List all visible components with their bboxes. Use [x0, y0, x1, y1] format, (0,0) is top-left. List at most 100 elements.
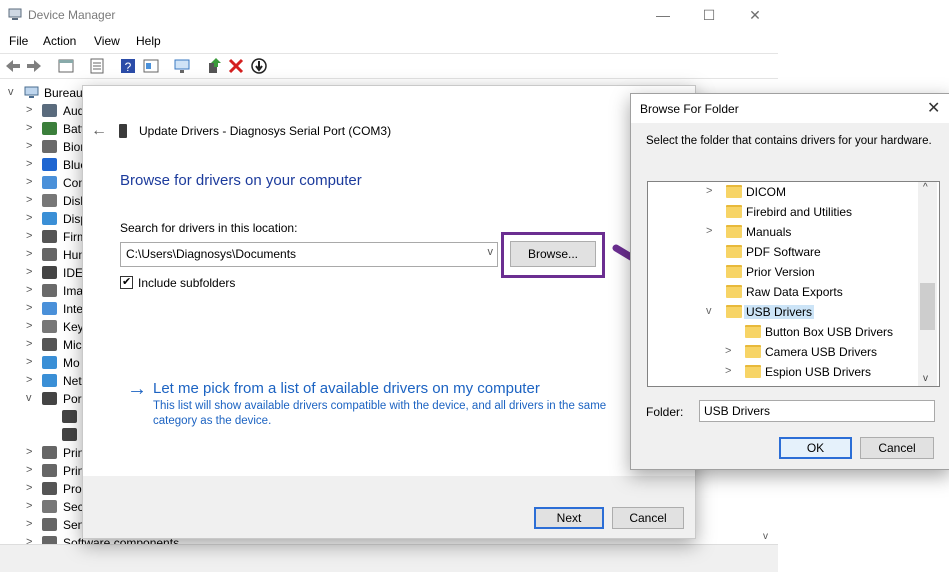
- forward-icon[interactable]: [25, 57, 43, 75]
- chevron-down-icon[interactable]: v: [488, 246, 494, 258]
- chevron-right-icon[interactable]: >: [26, 230, 32, 242]
- dialog-title: Update Drivers - Diagnosys Serial Port (…: [139, 124, 392, 138]
- chevron-right-icon[interactable]: >: [706, 225, 712, 237]
- back-arrow-icon[interactable]: ←: [91, 122, 107, 140]
- chevron-right-icon[interactable]: >: [26, 212, 32, 224]
- folder-item[interactable]: Firebird and Utilities: [648, 202, 918, 222]
- checkmark-icon: ✔: [122, 276, 132, 288]
- disable-device-icon[interactable]: [250, 57, 268, 75]
- pick-driver-link[interactable]: Let me pick from a list of available dri…: [153, 380, 540, 397]
- folder-tree[interactable]: > DICOM Firebird and Utilities > Manuals PDF …: [647, 181, 940, 387]
- folder-item[interactable]: > Espion USB Drivers: [648, 362, 918, 382]
- folder-item[interactable]: Raw Data Exports: [648, 282, 918, 302]
- chevron-right-icon[interactable]: >: [26, 122, 32, 134]
- chevron-right-icon[interactable]: >: [26, 356, 32, 368]
- folder-item[interactable]: Prior Version: [648, 262, 918, 282]
- next-button[interactable]: Next: [534, 507, 604, 529]
- arrow-right-icon[interactable]: →: [127, 378, 147, 401]
- menu-file[interactable]: File: [9, 34, 28, 48]
- device-category-icon: [42, 230, 57, 243]
- chevron-right-icon[interactable]: >: [26, 302, 32, 314]
- device-category-icon: [42, 374, 57, 387]
- folder-item[interactable]: > Manuals: [648, 222, 918, 242]
- help-icon[interactable]: ?: [119, 57, 137, 75]
- folder-label: Folder:: [646, 405, 684, 419]
- chevron-right-icon[interactable]: >: [26, 446, 32, 458]
- chevron-right-icon[interactable]: >: [26, 482, 32, 494]
- device-category-icon: [42, 392, 57, 405]
- update-drivers-dialog: ← Update Drivers - Diagnosys Serial Port…: [82, 85, 696, 539]
- include-subfolders-checkbox[interactable]: ✔: [120, 276, 133, 289]
- scroll-up-icon[interactable]: ^: [923, 182, 928, 193]
- close-icon[interactable]: ✕: [927, 98, 940, 118]
- menu-help[interactable]: Help: [136, 34, 161, 48]
- chevron-right-icon[interactable]: >: [26, 194, 32, 206]
- folder-item-label: USB Drivers: [744, 305, 815, 319]
- device-category-icon: [42, 176, 57, 189]
- folder-icon: [745, 325, 761, 338]
- device-category-icon: [42, 338, 57, 351]
- driver-path-combobox[interactable]: C:\Users\Diagnosys\Documents v: [120, 242, 498, 267]
- serial-port-icon: [119, 124, 127, 138]
- folder-item-label: Manuals: [746, 225, 792, 239]
- chevron-right-icon[interactable]: >: [26, 284, 32, 296]
- folder-item[interactable]: > Camera USB Drivers: [648, 342, 918, 362]
- tree-item-label: IDE: [63, 266, 84, 280]
- scroll-down-icon[interactable]: v: [923, 373, 928, 384]
- chevron-right-icon[interactable]: >: [706, 185, 712, 197]
- chevron-right-icon[interactable]: >: [26, 158, 32, 170]
- ok-button[interactable]: OK: [779, 437, 852, 459]
- scrollbar-thumb[interactable]: [920, 283, 935, 330]
- chevron-down-icon[interactable]: v: [706, 305, 712, 317]
- chevron-right-icon[interactable]: >: [26, 140, 32, 152]
- chevron-right-icon[interactable]: >: [26, 464, 32, 476]
- folder-item[interactable]: v USB Drivers: [648, 302, 918, 322]
- folder-item[interactable]: PDF Software: [648, 242, 918, 262]
- folder-icon: [726, 205, 742, 218]
- chevron-right-icon[interactable]: >: [725, 345, 731, 357]
- device-category-icon: [42, 248, 57, 261]
- chevron-right-icon[interactable]: >: [26, 176, 32, 188]
- back-icon[interactable]: [4, 57, 22, 75]
- close-button[interactable]: ✕: [732, 4, 778, 26]
- chevron-right-icon[interactable]: >: [26, 518, 32, 530]
- chevron-right-icon[interactable]: >: [26, 320, 32, 332]
- chevron-right-icon[interactable]: >: [725, 365, 731, 377]
- folder-icon: [726, 225, 742, 238]
- chevron-down-icon[interactable]: v: [26, 392, 32, 404]
- device-category-icon: [42, 356, 57, 369]
- menu-view[interactable]: View: [94, 34, 120, 48]
- menu-action[interactable]: Action: [43, 34, 76, 48]
- chevron-right-icon[interactable]: >: [26, 374, 32, 386]
- status-bar: [0, 544, 778, 572]
- details-icon[interactable]: [88, 57, 106, 75]
- tree-item-label: Sec: [63, 500, 84, 514]
- chevron-right-icon[interactable]: >: [26, 104, 32, 116]
- chevron-down-icon[interactable]: v: [8, 86, 14, 98]
- tree-root-label: Bureau: [44, 86, 83, 100]
- scan-hardware-icon[interactable]: [173, 57, 191, 75]
- device-category-icon: [42, 122, 57, 135]
- view-icon[interactable]: [142, 57, 160, 75]
- minimize-button[interactable]: —: [640, 4, 686, 26]
- uninstall-icon[interactable]: [227, 57, 245, 75]
- chevron-right-icon[interactable]: >: [26, 248, 32, 260]
- folder-tree-scrollbar[interactable]: ^ v: [918, 182, 937, 386]
- chevron-right-icon[interactable]: >: [26, 266, 32, 278]
- tree-item-label: Inte: [63, 302, 84, 316]
- cancel-button[interactable]: Cancel: [860, 437, 934, 459]
- cancel-button[interactable]: Cancel: [612, 507, 684, 529]
- chevron-right-icon[interactable]: >: [26, 500, 32, 512]
- maximize-button[interactable]: ☐: [686, 4, 732, 26]
- folder-input[interactable]: USB Drivers: [699, 400, 935, 422]
- include-subfolders-label[interactable]: Include subfolders: [138, 276, 235, 290]
- folder-item[interactable]: Button Box USB Drivers: [648, 322, 918, 342]
- folder-item[interactable]: > DICOM: [648, 182, 918, 202]
- folder-item-label: DICOM: [746, 185, 786, 199]
- properties-icon[interactable]: [57, 57, 75, 75]
- instruction-text: Select the folder that contains drivers …: [646, 135, 932, 147]
- browse-button[interactable]: Browse...: [510, 241, 596, 267]
- update-driver-icon[interactable]: [205, 57, 223, 75]
- chevron-right-icon[interactable]: >: [26, 338, 32, 350]
- scroll-down-icon[interactable]: v: [763, 531, 768, 542]
